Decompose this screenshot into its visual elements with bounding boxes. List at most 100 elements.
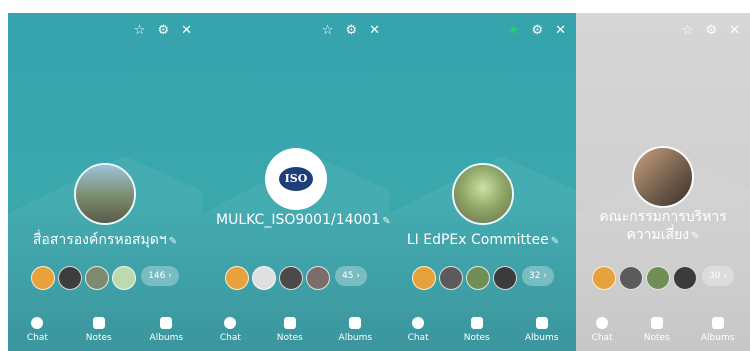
gear-icon[interactable]: ⚙: [157, 23, 169, 39]
chat-icon: [596, 317, 609, 329]
close-icon[interactable]: ✕: [369, 23, 380, 39]
group-name: MULKC_ISO9001/14001 ✎: [210, 211, 390, 231]
albums-icon: [160, 317, 173, 329]
tab-label: Albums: [700, 333, 735, 343]
tab-label: Albums: [149, 333, 184, 343]
close-icon[interactable]: ✕: [181, 23, 192, 39]
member-avatar[interactable]: [306, 266, 331, 290]
chat-icon: [412, 317, 425, 329]
close-icon[interactable]: ✕: [729, 23, 740, 39]
star-filled-icon[interactable]: ★: [508, 23, 520, 39]
member-avatar[interactable]: [493, 266, 518, 290]
group-panel-2: ☆ ⚙ ✕ ISO MULKC_ISO9001/14001 ✎ 45 › Chat…: [202, 13, 390, 351]
gear-icon[interactable]: ⚙: [345, 23, 357, 39]
albums-icon: [711, 317, 724, 329]
tab-chat[interactable]: Chat: [27, 317, 48, 343]
tab-albums[interactable]: Albums: [700, 317, 735, 343]
edit-icon[interactable]: ✎: [691, 231, 699, 242]
member-list: 45 ›: [202, 266, 390, 290]
group-name-text: LI EdPEx Committee: [406, 232, 549, 248]
member-avatar[interactable]: [85, 266, 110, 290]
group-panel-4: ☆ ⚙ ✕ คณะกรรมการบริหารความเสี่ยง ✎ 30 › C…: [576, 13, 750, 351]
chat-icon: [224, 317, 237, 329]
tab-notes[interactable]: Notes: [277, 317, 303, 343]
tab-chat[interactable]: Chat: [408, 317, 429, 343]
group-name: คณะกรรมการบริหารความเสี่ยง ✎: [587, 208, 739, 246]
albums-icon: [535, 317, 548, 329]
albums-icon: [349, 317, 362, 329]
tab-label: Notes: [85, 333, 112, 343]
edit-icon[interactable]: ✎: [551, 236, 559, 247]
group-panel-3: ★ ⚙ ✕ LI EdPEx Committee ✎ 32 › Chat Note…: [390, 13, 576, 351]
star-icon[interactable]: ☆: [682, 23, 694, 39]
member-count[interactable]: 146 ›: [141, 266, 179, 286]
bottom-tabs: Chat Notes Albums: [202, 317, 390, 343]
edit-icon[interactable]: ✎: [169, 236, 177, 247]
gear-icon[interactable]: ⚙: [705, 23, 717, 39]
group-avatar[interactable]: [74, 163, 136, 225]
tab-label: Chat: [219, 333, 241, 343]
edit-icon[interactable]: ✎: [382, 216, 390, 227]
group-name-text: MULKC_ISO9001/14001: [216, 212, 381, 228]
member-avatar[interactable]: [439, 266, 464, 290]
tab-albums[interactable]: Albums: [149, 317, 184, 343]
notes-icon: [470, 317, 483, 329]
tab-chat[interactable]: Chat: [220, 317, 241, 343]
gear-icon[interactable]: ⚙: [531, 23, 543, 39]
close-icon[interactable]: ✕: [555, 23, 566, 39]
tab-label: Chat: [26, 333, 48, 343]
tab-chat[interactable]: Chat: [592, 317, 613, 343]
tab-label: Albums: [338, 333, 373, 343]
bottom-tabs: Chat Notes Albums: [390, 317, 576, 343]
member-avatar[interactable]: [412, 266, 437, 290]
bottom-tabs: Chat Notes Albums: [576, 317, 750, 343]
member-avatar[interactable]: [112, 266, 137, 290]
iso-logo: ISO: [279, 167, 313, 191]
member-avatar[interactable]: [646, 266, 671, 290]
group-name: สื่อสารองค์กรหอสมุดฯ ✎: [8, 231, 202, 251]
group-avatar[interactable]: [632, 146, 694, 208]
panel-actions: ☆ ⚙ ✕: [682, 23, 740, 39]
tab-notes[interactable]: Notes: [86, 317, 112, 343]
member-count[interactable]: 45 ›: [335, 266, 367, 286]
notes-icon: [650, 317, 663, 329]
tab-albums[interactable]: Albums: [338, 317, 373, 343]
member-count[interactable]: 32 ›: [522, 266, 554, 286]
member-avatar[interactable]: [619, 266, 644, 290]
group-name-text: คณะกรรมการบริหารความเสี่ยง: [599, 209, 727, 243]
tab-notes[interactable]: Notes: [464, 317, 490, 343]
panel-actions: ★ ⚙ ✕: [508, 23, 566, 39]
member-list: 32 ›: [390, 266, 576, 290]
tab-label: Albums: [524, 333, 559, 343]
member-avatar[interactable]: [252, 266, 277, 290]
member-avatar[interactable]: [592, 266, 617, 290]
tab-label: Chat: [591, 333, 613, 343]
tab-notes[interactable]: Notes: [644, 317, 670, 343]
bottom-tabs: Chat Notes Albums: [8, 317, 202, 343]
member-avatar[interactable]: [466, 266, 491, 290]
member-avatar[interactable]: [673, 266, 698, 290]
tab-label: Notes: [276, 333, 303, 343]
group-avatar[interactable]: ISO: [265, 148, 327, 210]
panel-actions: ☆ ⚙ ✕: [134, 23, 192, 39]
member-avatar[interactable]: [279, 266, 304, 290]
tab-label: Notes: [463, 333, 490, 343]
chat-icon: [31, 317, 44, 329]
tab-label: Notes: [643, 333, 670, 343]
group-avatar[interactable]: [452, 163, 514, 225]
member-count[interactable]: 30 ›: [702, 266, 734, 286]
star-icon[interactable]: ☆: [322, 23, 334, 39]
member-avatar[interactable]: [31, 266, 56, 290]
member-avatar[interactable]: [225, 266, 250, 290]
tab-albums[interactable]: Albums: [524, 317, 559, 343]
member-list: 146 ›: [8, 266, 202, 290]
notes-icon: [283, 317, 296, 329]
notes-icon: [92, 317, 105, 329]
group-name-text: สื่อสารองค์กรหอสมุดฯ: [32, 232, 167, 248]
star-icon[interactable]: ☆: [134, 23, 146, 39]
tab-label: Chat: [407, 333, 429, 343]
member-avatar[interactable]: [58, 266, 83, 290]
group-name: LI EdPEx Committee ✎: [390, 231, 576, 251]
member-list: 30 ›: [576, 266, 750, 290]
group-panel-1: ☆ ⚙ ✕ สื่อสารองค์กรหอสมุดฯ ✎ 146 › Chat N…: [8, 13, 202, 351]
